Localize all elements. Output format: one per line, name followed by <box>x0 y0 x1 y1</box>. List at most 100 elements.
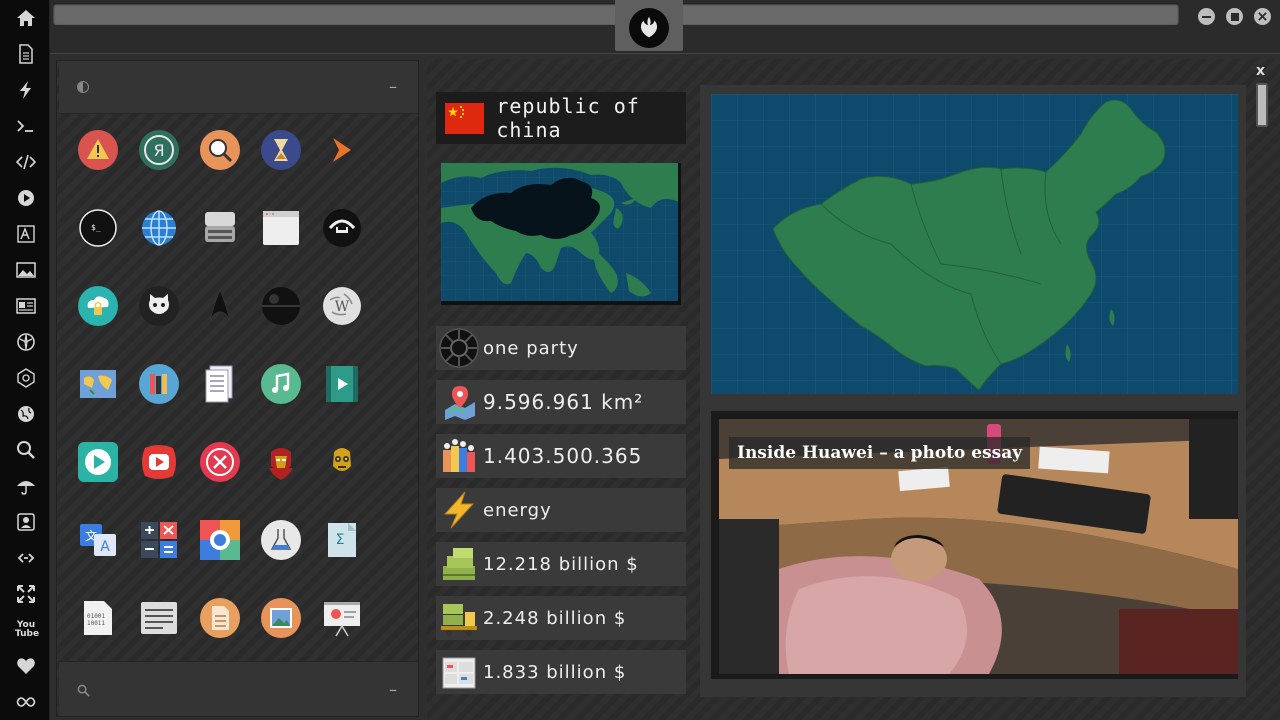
imports-row: 1.833 billion $ <box>436 650 686 694</box>
translate-app-icon[interactable]: 文A <box>78 520 118 560</box>
document-icon[interactable] <box>14 42 38 66</box>
presentation-icon[interactable] <box>322 598 362 638</box>
maximize-button[interactable] <box>1226 8 1243 25</box>
arrow-app-icon[interactable] <box>322 130 362 170</box>
launcher-search-bar: – <box>59 661 418 716</box>
close-button[interactable] <box>1254 8 1271 25</box>
detail-column: Inside Huawei – a photo essay <box>700 85 1246 697</box>
document-stack-icon[interactable] <box>200 364 240 404</box>
text-editor-icon[interactable] <box>139 598 179 638</box>
energy-label: energy <box>483 499 552 521</box>
search-icon[interactable] <box>14 438 38 462</box>
magnifier-app-icon[interactable] <box>200 130 240 170</box>
image-icon[interactable] <box>14 258 38 282</box>
translate-icon[interactable] <box>14 222 38 246</box>
rebel-icon[interactable] <box>14 330 38 354</box>
hourglass-icon[interactable] <box>261 130 301 170</box>
svg-text:$_: $_ <box>91 223 101 232</box>
country-map[interactable] <box>711 94 1238 394</box>
ubuntu-cloud-icon[interactable] <box>322 208 362 248</box>
document-app-icon[interactable] <box>200 598 240 638</box>
window-app-icon[interactable] <box>261 208 301 248</box>
wikipedia-icon[interactable]: W <box>322 286 362 326</box>
energy-row: energy <box>436 488 686 532</box>
top-bar <box>50 0 1280 54</box>
contact-icon[interactable] <box>14 510 38 534</box>
photo-viewer-icon[interactable] <box>200 520 240 560</box>
empire-icon <box>439 328 479 368</box>
science-icon[interactable] <box>261 520 301 560</box>
cancel-icon[interactable] <box>200 442 240 482</box>
warning-icon[interactable] <box>78 130 118 170</box>
bolt-icon[interactable] <box>14 78 38 102</box>
link-icon[interactable] <box>14 546 38 570</box>
left-dock: You Tube <box>0 0 50 720</box>
calculator-icon[interactable] <box>139 520 179 560</box>
video-app-icon[interactable] <box>322 364 362 404</box>
youtube-app-icon[interactable] <box>139 442 179 482</box>
youtube-icon[interactable]: You Tube <box>14 618 39 642</box>
country-info-panel: x republic of china one party 9.596.961 … <box>427 59 1280 720</box>
exports-value: 2.248 billion $ <box>483 607 627 629</box>
death-star-icon[interactable] <box>261 286 301 326</box>
terminal-icon[interactable] <box>14 114 38 138</box>
news-photo[interactable]: Inside Huawei – a photo essay <box>711 411 1238 679</box>
play-store-icon[interactable] <box>78 442 118 482</box>
search-minimize-button[interactable]: – <box>389 680 397 699</box>
news-icon[interactable] <box>14 294 38 318</box>
imports-value: 1.833 billion $ <box>483 661 627 683</box>
c3po-icon[interactable] <box>322 442 362 482</box>
exports-row: 2.248 billion $ <box>436 596 686 640</box>
svg-text:W: W <box>335 299 350 315</box>
expand-icon[interactable] <box>14 582 38 606</box>
government-row: one party <box>436 326 686 370</box>
play-icon[interactable] <box>14 186 38 210</box>
iron-man-icon[interactable] <box>261 442 301 482</box>
search-icon[interactable] <box>77 684 90 697</box>
contrast-icon[interactable] <box>77 81 89 93</box>
code-icon[interactable] <box>14 150 38 174</box>
photo-image: Inside Huawei – a photo essay <box>719 419 1238 674</box>
music-icon[interactable] <box>261 364 301 404</box>
terminal-app-icon[interactable]: $_ <box>78 208 118 248</box>
empire-icon[interactable] <box>14 366 38 390</box>
info-close-button[interactable]: x <box>1256 63 1265 79</box>
country-header: republic of china <box>436 92 686 144</box>
launcher-minimize-button[interactable]: – <box>389 77 397 96</box>
cloud-lock-icon[interactable] <box>78 286 118 326</box>
energy-icon <box>439 490 479 530</box>
math-doc-icon[interactable]: Σ <box>322 520 362 560</box>
country-name: republic of china <box>496 94 640 142</box>
photo-caption[interactable]: Inside Huawei – a photo essay <box>729 437 1031 469</box>
home-icon[interactable] <box>14 6 38 30</box>
population-icon <box>439 436 479 476</box>
desktop: You Tube – Я $_ W 文 A Σ 01001 10011 – x … <box>0 0 1280 720</box>
umbrella-icon[interactable] <box>14 474 38 498</box>
globe-app-icon[interactable] <box>139 208 179 248</box>
cargo-icon <box>439 652 479 692</box>
yandex-icon[interactable]: Я <box>139 130 179 170</box>
starfleet-icon[interactable] <box>200 286 240 326</box>
gdp-value: 12.218 billion $ <box>483 553 639 575</box>
world-map-icon[interactable] <box>78 364 118 404</box>
forklift-icon <box>439 598 479 638</box>
map-pin-icon <box>439 382 479 422</box>
scanner-icon[interactable] <box>200 208 240 248</box>
population-value: 1.403.500.365 <box>483 444 643 468</box>
svg-text:10011: 10011 <box>87 620 105 627</box>
books-icon[interactable] <box>139 364 179 404</box>
image-app-icon[interactable] <box>261 598 301 638</box>
rebel-logo-tab[interactable] <box>615 0 683 51</box>
gdp-row: 12.218 billion $ <box>436 542 686 586</box>
scrollbar-thumb[interactable] <box>1256 83 1268 127</box>
svg-text:A: A <box>100 539 110 555</box>
github-icon[interactable] <box>139 286 179 326</box>
minimize-button[interactable] <box>1198 8 1215 25</box>
app-launcher-panel: – Я $_ W 文 A Σ 01001 10011 – <box>56 60 419 717</box>
area-value: 9.596.961 km² <box>483 390 644 414</box>
heart-icon[interactable] <box>14 654 38 678</box>
binary-file-icon[interactable]: 01001 10011 <box>78 598 118 638</box>
region-locator-map <box>441 163 681 305</box>
infinity-icon[interactable] <box>14 690 38 714</box>
globe-icon[interactable] <box>14 402 38 426</box>
